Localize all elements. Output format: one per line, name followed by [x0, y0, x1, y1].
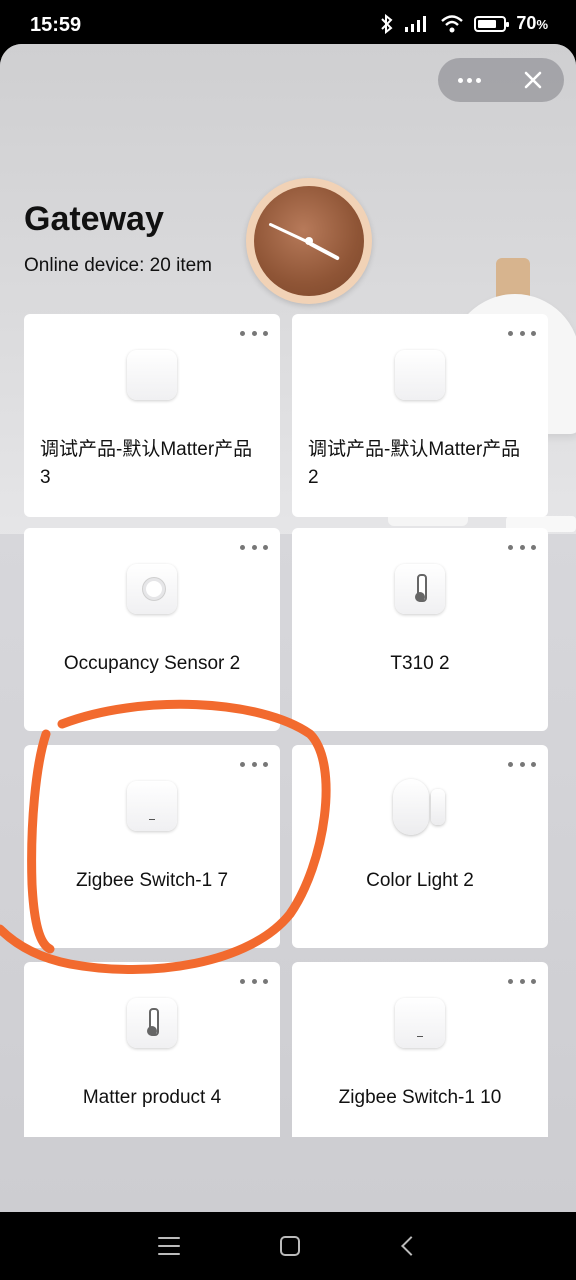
bluetooth-icon	[381, 13, 393, 34]
device-card[interactable]: T310 2	[292, 528, 548, 731]
card-more-button[interactable]	[508, 540, 536, 554]
smart-panel-icon	[127, 350, 177, 400]
device-card[interactable]: 调试产品-默认Matter产品 3	[24, 314, 280, 517]
home-button[interactable]	[280, 1236, 300, 1256]
wifi-icon	[441, 14, 464, 32]
more-dot	[251, 544, 257, 550]
more-dot	[519, 330, 525, 336]
capsule-controls	[438, 58, 564, 102]
more-dot	[251, 978, 257, 984]
more-dot	[508, 978, 513, 984]
more-dot	[251, 761, 257, 767]
card-more-button[interactable]	[240, 757, 268, 771]
device-card[interactable]: Matter product 4	[24, 962, 280, 1137]
device-card[interactable]: Zigbee Switch-1 7	[24, 745, 280, 948]
recent-apps-button[interactable]	[158, 1237, 180, 1255]
device-name: Zigbee Switch-1 7	[75, 870, 229, 891]
clock-minute-hand	[268, 222, 310, 244]
battery-icon	[474, 15, 510, 32]
back-button[interactable]	[401, 1236, 421, 1256]
thermometer-icon	[395, 564, 445, 614]
more-dot	[531, 978, 536, 984]
menu-line	[158, 1237, 180, 1239]
clock-face	[254, 186, 364, 296]
device-grid: 调试产品-默认Matter产品 3 调试产品-默认Matter产品 2 Occu…	[24, 314, 549, 1137]
device-name: Occupancy Sensor 2	[63, 653, 241, 674]
wall-clock-illustration	[246, 178, 372, 304]
more-dot	[531, 330, 536, 336]
battery-level: 70%	[516, 13, 548, 34]
status-icons: 70%	[380, 13, 548, 34]
switch-icon	[395, 998, 445, 1048]
more-dot	[251, 330, 257, 336]
battery-percent: 70	[516, 13, 537, 33]
more-button[interactable]	[438, 58, 501, 102]
device-name: Color Light 2	[366, 870, 474, 891]
device-card[interactable]: Zigbee Switch-1 10	[292, 962, 548, 1137]
door-sensor-icon	[393, 779, 445, 835]
device-name: 调试产品-默认Matter产品 2	[308, 439, 521, 488]
more-dot	[263, 761, 268, 767]
switch-icon	[127, 781, 177, 831]
close-button[interactable]	[501, 58, 564, 102]
card-more-button[interactable]	[240, 326, 268, 340]
device-card[interactable]: Color Light 2	[292, 745, 548, 948]
lamp-neck-illustration	[496, 258, 530, 298]
device-name: T310 2	[390, 653, 450, 674]
close-icon	[524, 71, 541, 89]
more-dot	[531, 544, 536, 550]
more-dot	[263, 978, 268, 984]
gateway-panel: Gateway Online device: 20 item 调试产品-默认Ma…	[0, 44, 576, 1212]
card-more-button[interactable]	[240, 974, 268, 988]
more-dot	[519, 978, 525, 984]
thermometer-icon	[127, 998, 177, 1048]
card-more-button[interactable]	[508, 326, 536, 340]
device-name: 调试产品-默认Matter产品 3	[40, 439, 253, 488]
more-dot	[508, 330, 513, 336]
page-title: Gateway	[24, 200, 164, 238]
smart-panel-icon	[395, 350, 445, 400]
more-dot	[240, 544, 245, 550]
battery-unit: %	[536, 17, 548, 32]
more-dot	[467, 77, 472, 83]
device-name: Zigbee Switch-1 10	[338, 1087, 502, 1108]
system-nav-bar	[0, 1212, 576, 1280]
device-name: Matter product 4	[82, 1087, 222, 1108]
device-card[interactable]: 调试产品-默认Matter产品 2	[292, 314, 548, 517]
menu-line	[158, 1253, 180, 1255]
more-dot	[263, 544, 268, 550]
more-dot	[531, 761, 536, 767]
occupancy-sensor-icon	[127, 564, 177, 614]
signal-icon	[405, 15, 427, 32]
card-more-button[interactable]	[508, 974, 536, 988]
more-dot	[519, 761, 525, 767]
more-dot	[458, 77, 463, 83]
clock-center	[305, 237, 313, 245]
more-dot	[476, 77, 481, 83]
device-card[interactable]: Occupancy Sensor 2	[24, 528, 280, 731]
clock-hour-hand	[308, 241, 340, 261]
menu-line	[158, 1245, 180, 1247]
status-bar: 15:59 70%	[0, 0, 576, 44]
online-count: Online device: 20 item	[24, 255, 212, 276]
more-dot	[240, 330, 245, 336]
more-dot	[508, 544, 513, 550]
more-dot	[240, 978, 245, 984]
card-more-button[interactable]	[240, 540, 268, 554]
card-more-button[interactable]	[508, 757, 536, 771]
status-time: 15:59	[30, 14, 82, 36]
more-dot	[263, 330, 268, 336]
more-dot	[519, 544, 525, 550]
more-dot	[508, 761, 513, 767]
more-dot	[240, 761, 245, 767]
